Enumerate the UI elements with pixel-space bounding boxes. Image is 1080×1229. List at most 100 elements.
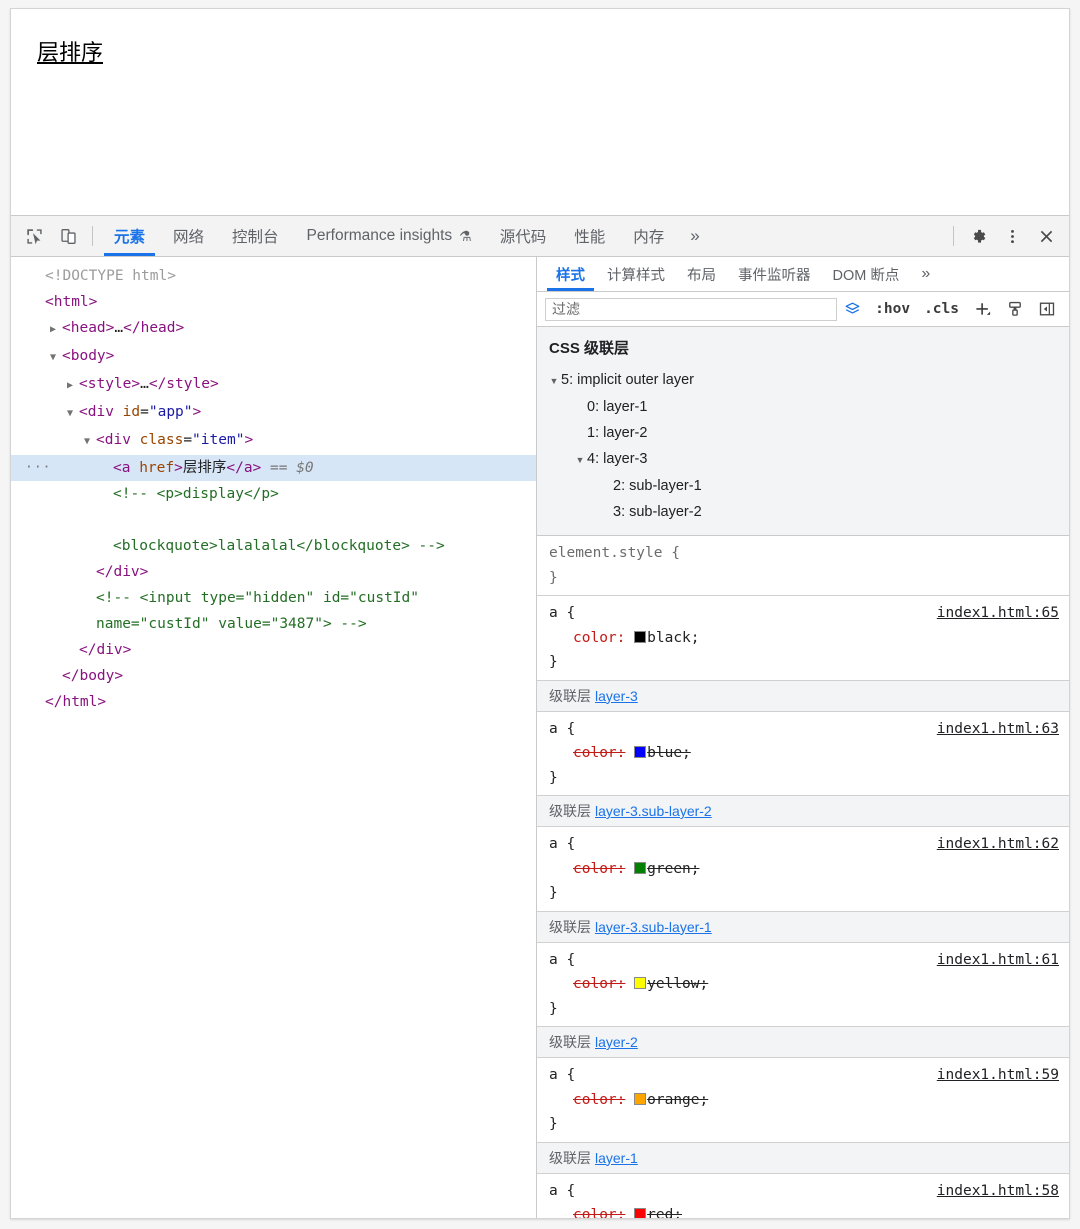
rule-selector[interactable]: a {: [549, 601, 575, 626]
disclosure-triangle-icon[interactable]: ▶: [67, 373, 79, 399]
rule-source-link[interactable]: index1.html:63: [937, 717, 1059, 742]
disclosure-triangle-icon[interactable]: ▼: [84, 429, 96, 455]
copy-styles-icon[interactable]: [999, 297, 1031, 321]
tab-dom-breakpoints[interactable]: DOM 断点: [822, 257, 911, 291]
css-property-value[interactable]: green;: [634, 861, 700, 877]
style-rule[interactable]: a {index1.html:65 color: black;}: [537, 596, 1069, 681]
dom-node[interactable]: </div>: [11, 637, 536, 663]
color-swatch[interactable]: [634, 630, 647, 643]
color-swatch[interactable]: [634, 746, 647, 758]
dom-node[interactable]: ▶ <style>…</style>: [11, 371, 536, 399]
color-swatch[interactable]: [634, 1092, 647, 1105]
css-declaration[interactable]: color: green;: [537, 857, 1069, 882]
tab-memory[interactable]: 内存: [619, 216, 678, 256]
toggle-sidebar-icon[interactable]: [1031, 297, 1063, 321]
close-icon[interactable]: [1029, 216, 1063, 256]
dom-node[interactable]: </html>: [11, 689, 536, 715]
dom-node[interactable]: </body>: [11, 663, 536, 689]
color-swatch[interactable]: [634, 977, 647, 989]
kebab-menu-icon[interactable]: [995, 216, 1029, 256]
css-declaration[interactable]: color: yellow;: [537, 972, 1069, 997]
rule-selector[interactable]: a {: [549, 832, 575, 857]
css-property-name[interactable]: color:: [573, 976, 625, 992]
tab-sources[interactable]: 源代码: [486, 216, 561, 256]
tab-console[interactable]: 控制台: [218, 216, 293, 256]
more-tabs-chevron-icon[interactable]: »: [678, 216, 711, 256]
style-rule[interactable]: element.style {}: [537, 536, 1069, 596]
rule-source-link[interactable]: index1.html:58: [937, 1179, 1059, 1204]
hov-button[interactable]: :hov: [868, 297, 917, 321]
css-property-name[interactable]: color:: [573, 630, 625, 646]
cascade-layer-link[interactable]: layer-1: [595, 1150, 638, 1166]
dom-node[interactable]: <!-- <input type="hidden" id="custId": [11, 585, 536, 611]
dom-node[interactable]: ▶ <head>…</head>: [11, 315, 536, 343]
css-property-value[interactable]: orange;: [634, 1092, 708, 1108]
node-badge-ellipsis[interactable]: ···: [25, 455, 51, 481]
dom-node[interactable]: [11, 507, 536, 533]
rule-selector[interactable]: a {: [549, 717, 575, 742]
disclosure-triangle-icon[interactable]: ▶: [50, 317, 62, 343]
color-swatch[interactable]: [634, 1208, 647, 1218]
dom-node[interactable]: name="custId" value="3487"> -->: [11, 611, 536, 637]
color-swatch[interactable]: [634, 861, 647, 874]
styles-more-tabs-chevron-icon[interactable]: »: [910, 257, 941, 291]
rule-selector[interactable]: a {: [549, 948, 575, 973]
css-property-name[interactable]: color:: [573, 745, 625, 761]
cascade-layer-node[interactable]: 3: sub-layer-2: [537, 499, 1069, 525]
rule-source-link[interactable]: index1.html:59: [937, 1063, 1059, 1088]
css-declaration[interactable]: color: black;: [537, 626, 1069, 651]
rule-source-link[interactable]: index1.html:65: [937, 601, 1059, 626]
dom-node[interactable]: <blockquote>lalalalal</blockquote> -->: [11, 533, 536, 559]
style-rule[interactable]: a {index1.html:62 color: green;}: [537, 827, 1069, 912]
css-property-value[interactable]: black;: [634, 630, 700, 646]
dom-node[interactable]: ▼ <div class="item">: [11, 427, 536, 455]
dom-node[interactable]: </div>: [11, 559, 536, 585]
filter-input[interactable]: [545, 297, 838, 321]
disclosure-triangle-icon[interactable]: ▼: [50, 345, 62, 371]
tab-layout[interactable]: 布局: [676, 257, 727, 291]
cls-button[interactable]: .cls: [917, 297, 966, 321]
tab-performance[interactable]: 性能: [560, 216, 619, 256]
new-style-rule-button[interactable]: [966, 297, 999, 321]
rule-selector[interactable]: element.style {: [549, 541, 680, 566]
css-property-value[interactable]: blue;: [634, 745, 691, 761]
disclosure-triangle-icon[interactable]: ▼: [547, 368, 561, 394]
css-declaration[interactable]: color: red;: [537, 1203, 1069, 1218]
dom-node[interactable]: ▼ <div id="app">: [11, 399, 536, 427]
style-rule[interactable]: a {index1.html:59 color: orange;}: [537, 1058, 1069, 1143]
dom-node[interactable]: <html>: [11, 289, 536, 315]
style-rule[interactable]: a {index1.html:63 color: blue;}: [537, 712, 1069, 796]
rule-selector[interactable]: a {: [549, 1063, 575, 1088]
css-property-name[interactable]: color:: [573, 1092, 625, 1108]
css-property-value[interactable]: red;: [634, 1207, 682, 1218]
tab-performance-insights[interactable]: Performance insights ⚗: [293, 216, 486, 256]
cascade-layer-node[interactable]: ▼ 5: implicit outer layer: [537, 367, 1069, 394]
dom-node[interactable]: <!DOCTYPE html>: [11, 263, 536, 289]
css-property-value[interactable]: yellow;: [634, 976, 708, 992]
cascade-layer-node[interactable]: 2: sub-layer-1: [537, 473, 1069, 499]
css-property-name[interactable]: color:: [573, 1207, 625, 1218]
inspect-element-icon[interactable]: [17, 216, 51, 256]
style-rule[interactable]: a {index1.html:58color: red;}: [537, 1174, 1069, 1218]
styles-content[interactable]: CSS 级联层 ▼ 5: implicit outer layer 0: layer…: [537, 327, 1069, 1218]
device-toolbar-icon[interactable]: [51, 216, 85, 256]
dom-node[interactable]: <!-- <p>display</p>: [11, 481, 536, 507]
cascade-layer-link[interactable]: layer-3.sub-layer-2: [595, 803, 712, 819]
dom-node-selected[interactable]: ··· <a href>层排序</a> == $0: [11, 455, 536, 481]
cascade-layer-node[interactable]: 1: layer-2: [537, 420, 1069, 446]
css-declaration[interactable]: color: blue;: [537, 741, 1069, 766]
disclosure-triangle-icon[interactable]: ▼: [67, 401, 79, 427]
rule-source-link[interactable]: index1.html:62: [937, 832, 1059, 857]
dom-tree-pane[interactable]: <!DOCTYPE html> <html> ▶ <head>…</head> ▼ <bo…: [11, 257, 537, 1218]
tab-styles[interactable]: 样式: [545, 257, 596, 291]
dom-node[interactable]: ▼ <body>: [11, 343, 536, 371]
style-rule[interactable]: a {index1.html:61 color: yellow;}: [537, 943, 1069, 1027]
cascade-layer-link[interactable]: layer-3.sub-layer-1: [595, 919, 712, 935]
tab-elements[interactable]: 元素: [100, 216, 159, 256]
cascade-layers-icon[interactable]: [837, 297, 868, 321]
gear-icon[interactable]: [961, 216, 995, 256]
tab-event-listeners[interactable]: 事件监听器: [727, 257, 822, 291]
tab-computed[interactable]: 计算样式: [596, 257, 676, 291]
css-property-name[interactable]: color:: [573, 861, 625, 877]
rule-selector[interactable]: a {: [549, 1179, 575, 1204]
